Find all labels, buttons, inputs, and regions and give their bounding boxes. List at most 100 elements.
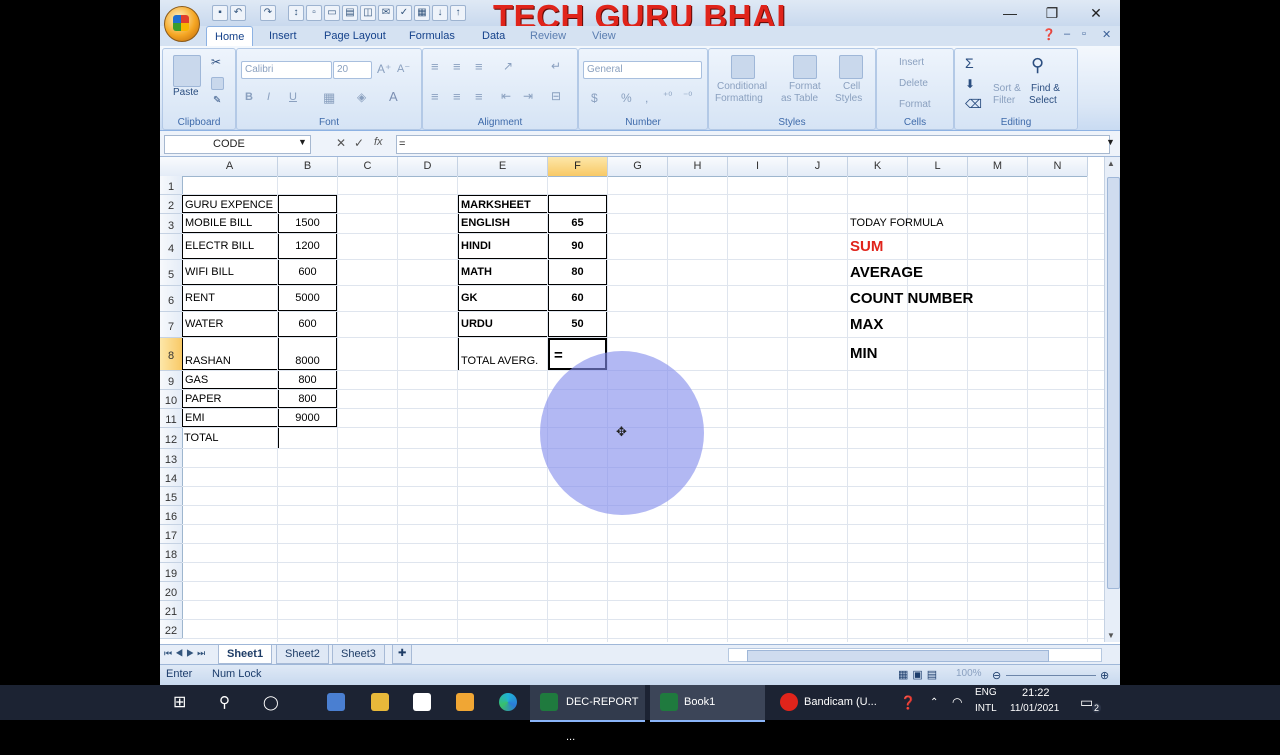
ribbon-close-icon[interactable]: ✕ bbox=[1102, 28, 1111, 41]
tray-chevron-icon[interactable]: ⌃ bbox=[930, 685, 938, 720]
calculator-icon[interactable] bbox=[327, 693, 345, 711]
font-name-dropdown[interactable]: Calibri bbox=[241, 61, 332, 79]
row-header-19[interactable]: 19 bbox=[160, 563, 183, 582]
row-header-22[interactable]: 22 bbox=[160, 620, 183, 639]
chart-icon[interactable]: ▦ bbox=[414, 5, 430, 21]
fill-icon[interactable]: ⬇ bbox=[965, 77, 975, 91]
expense-value[interactable]: 600 bbox=[278, 312, 337, 337]
copy-icon[interactable] bbox=[211, 77, 224, 90]
tab-formulas[interactable]: Formulas bbox=[401, 26, 463, 46]
comma-button[interactable]: , bbox=[645, 91, 648, 105]
fill-color-icon[interactable]: ◈ bbox=[357, 90, 366, 104]
formula-input[interactable]: = bbox=[396, 135, 1110, 154]
increase-decimal-icon[interactable]: ⁺⁰ bbox=[663, 91, 672, 102]
cell-styles-button-line2[interactable]: Styles bbox=[835, 93, 862, 104]
row-header-16[interactable]: 16 bbox=[160, 506, 183, 525]
zoom-in-icon[interactable]: ⊕ bbox=[1100, 669, 1109, 682]
language-indicator-2[interactable]: INTL bbox=[975, 703, 997, 714]
column-header-e[interactable]: E bbox=[458, 157, 548, 177]
bold-button[interactable]: B bbox=[245, 91, 253, 103]
new-icon[interactable]: ▫ bbox=[306, 5, 322, 21]
expense-total-label[interactable]: TOTAL bbox=[182, 428, 277, 448]
underline-button[interactable]: U bbox=[289, 91, 297, 103]
insert-sheet-icon[interactable]: ✚ bbox=[392, 645, 413, 664]
increase-indent-icon[interactable]: ⇥ bbox=[523, 89, 533, 103]
help-icon[interactable]: ❓ bbox=[1042, 28, 1056, 41]
row-header-6[interactable]: 6 bbox=[160, 286, 183, 312]
column-header-d[interactable]: D bbox=[398, 157, 458, 177]
column-header-n[interactable]: N bbox=[1028, 157, 1088, 177]
format-as-table-button[interactable]: Format bbox=[789, 81, 821, 92]
row-header-4[interactable]: 4 bbox=[160, 234, 183, 260]
scroll-down-icon[interactable]: ▼ bbox=[1107, 631, 1115, 640]
align-center-icon[interactable]: ≡ bbox=[453, 89, 461, 104]
subject-label[interactable]: GK bbox=[458, 286, 547, 311]
zoom-slider[interactable] bbox=[1006, 675, 1096, 676]
subject-mark[interactable]: 65 bbox=[548, 214, 607, 233]
folder-icon[interactable] bbox=[456, 693, 474, 711]
tab-insert[interactable]: Insert bbox=[261, 26, 305, 46]
expense-label[interactable]: WATER bbox=[182, 312, 277, 337]
number-format-dropdown[interactable]: General bbox=[583, 61, 702, 79]
decrease-indent-icon[interactable]: ⇤ bbox=[501, 89, 511, 103]
expense-title-blank[interactable] bbox=[278, 195, 337, 213]
column-header-j[interactable]: J bbox=[788, 157, 848, 177]
row-header-18[interactable]: 18 bbox=[160, 544, 183, 563]
sheet-tab-1[interactable]: Sheet1 bbox=[218, 645, 273, 664]
column-header-b[interactable]: B bbox=[278, 157, 338, 177]
subject-label[interactable]: URDU bbox=[458, 312, 547, 337]
expense-label[interactable]: PAPER bbox=[182, 390, 277, 408]
cell-styles-icon[interactable] bbox=[839, 55, 863, 79]
formula-item[interactable]: AVERAGE bbox=[848, 260, 923, 285]
email-icon[interactable]: ✉ bbox=[378, 5, 394, 21]
column-header-l[interactable]: L bbox=[908, 157, 968, 177]
wifi-icon[interactable]: ◠ bbox=[952, 685, 962, 720]
font-color-icon[interactable]: A bbox=[389, 89, 398, 104]
maximize-icon[interactable]: ❐ bbox=[1032, 2, 1072, 24]
column-header-m[interactable]: M bbox=[968, 157, 1028, 177]
expense-label[interactable]: MOBILE BILL bbox=[182, 214, 277, 233]
open-icon[interactable]: ▭ bbox=[324, 5, 340, 21]
autosum-button[interactable]: Σ bbox=[965, 55, 974, 71]
expense-value[interactable]: 1500 bbox=[278, 214, 337, 233]
print-icon[interactable]: ▤ bbox=[342, 5, 358, 21]
name-box[interactable]: CODE bbox=[164, 135, 311, 154]
align-bottom-icon[interactable]: ≡ bbox=[475, 59, 483, 74]
taskbar-item-bandicam[interactable]: Bandicam (U... bbox=[772, 685, 887, 720]
row-header-8[interactable]: 8 bbox=[160, 338, 183, 371]
redo-icon[interactable]: ↷ bbox=[260, 5, 276, 21]
format-as-table-icon[interactable] bbox=[793, 55, 817, 79]
row-header-21[interactable]: 21 bbox=[160, 601, 183, 620]
office-button[interactable] bbox=[164, 6, 200, 42]
find-select-icon[interactable]: ⚲ bbox=[1031, 55, 1044, 76]
marksheet-total-label[interactable]: TOTAL AVERG. bbox=[458, 338, 547, 370]
insert-cells-button[interactable]: Insert bbox=[899, 57, 924, 68]
search-icon[interactable]: ⚲ bbox=[219, 685, 230, 720]
tab-home[interactable]: Home bbox=[206, 26, 254, 47]
subject-mark[interactable]: 80 bbox=[548, 260, 607, 285]
row-header-15[interactable]: 15 bbox=[160, 487, 183, 506]
language-indicator[interactable]: ENG bbox=[975, 687, 997, 698]
align-left-icon[interactable]: ≡ bbox=[431, 89, 439, 104]
row-header-2[interactable]: 2 bbox=[160, 195, 183, 214]
expand-formula-bar-icon[interactable]: ▼ bbox=[1106, 137, 1115, 147]
file-explorer-icon[interactable] bbox=[371, 693, 389, 711]
row-header-12[interactable]: 12 bbox=[160, 428, 183, 449]
zoom-out-icon[interactable]: ⊖ bbox=[992, 669, 1001, 682]
conditional-formatting-icon[interactable] bbox=[731, 55, 755, 79]
delete-cells-button[interactable]: Delete bbox=[899, 78, 928, 89]
formula-item[interactable]: COUNT NUMBER bbox=[848, 286, 973, 311]
tab-review[interactable]: Review bbox=[522, 26, 574, 46]
expense-value[interactable]: 8000 bbox=[278, 338, 337, 370]
formula-heading[interactable]: TODAY FORMULA bbox=[848, 214, 944, 233]
ribbon-minimize-icon[interactable]: – bbox=[1064, 28, 1070, 40]
subject-label[interactable]: MATH bbox=[458, 260, 547, 285]
help-tray-icon[interactable]: ❓ bbox=[900, 685, 916, 720]
align-middle-icon[interactable]: ≡ bbox=[453, 59, 461, 74]
sheet-nav-icon[interactable]: ⏮◀▶⏭ bbox=[164, 648, 208, 659]
sort-filter-button[interactable]: Sort & bbox=[993, 83, 1021, 94]
insert-function-button[interactable]: fx bbox=[374, 136, 383, 148]
clock-time[interactable]: 21:22 bbox=[1022, 687, 1050, 699]
subject-label[interactable]: ENGLISH bbox=[458, 214, 547, 233]
expense-label[interactable]: ELECTR BILL bbox=[182, 234, 277, 259]
